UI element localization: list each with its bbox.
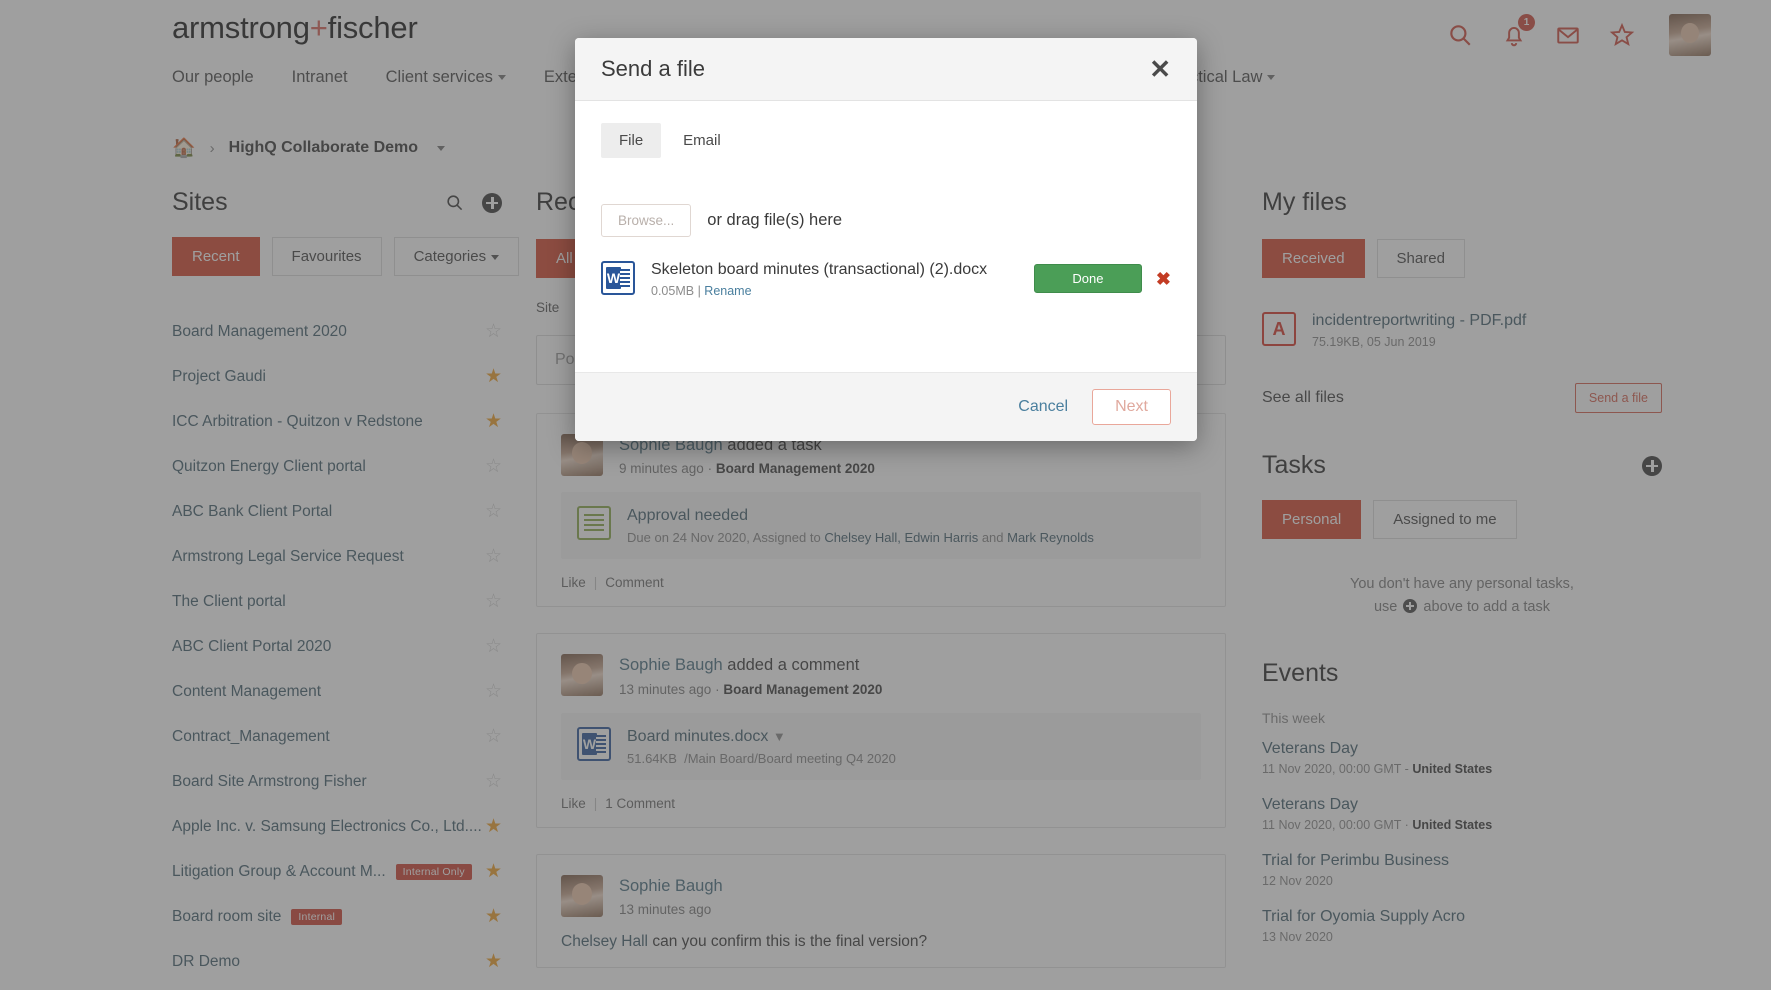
next-button[interactable]: Next bbox=[1092, 389, 1171, 425]
tab-email[interactable]: Email bbox=[665, 123, 739, 158]
upload-status-group: Done ✖ bbox=[1034, 261, 1171, 293]
file-dropzone[interactable]: Browse... or drag file(s) here bbox=[601, 204, 1171, 237]
rename-link[interactable]: Rename bbox=[704, 284, 751, 298]
modal-body: File Email Browse... or drag file(s) her… bbox=[575, 101, 1197, 372]
modal-footer: Cancel Next bbox=[575, 372, 1197, 441]
modal-title: Send a file bbox=[601, 56, 705, 82]
modal-header: Send a file ✕ bbox=[575, 38, 1197, 101]
meta-separator: | bbox=[694, 284, 704, 298]
tab-label: File bbox=[619, 132, 643, 149]
dropzone-hint: or drag file(s) here bbox=[707, 211, 842, 230]
upload-size: 0.05MB bbox=[651, 284, 694, 298]
upload-item: Skeleton board minutes (transactional) (… bbox=[601, 261, 1171, 346]
app-root: armstrong+fischer 1 bbox=[0, 0, 1771, 990]
word-icon bbox=[601, 261, 635, 295]
status-badge: Done bbox=[1034, 264, 1142, 293]
browse-button[interactable]: Browse... bbox=[601, 204, 691, 237]
upload-filename: Skeleton board minutes (transactional) (… bbox=[651, 261, 987, 279]
upload-meta: 0.05MB | Rename bbox=[651, 284, 987, 298]
tab-file[interactable]: File bbox=[601, 123, 661, 158]
send-a-file-modal: Send a file ✕ File Email Browse... or dr… bbox=[575, 38, 1197, 441]
close-icon[interactable]: ✕ bbox=[1149, 56, 1171, 82]
remove-icon[interactable]: ✖ bbox=[1156, 270, 1171, 288]
cancel-button[interactable]: Cancel bbox=[1018, 398, 1068, 416]
modal-tabs: File Email bbox=[601, 123, 1171, 158]
tab-label: Email bbox=[683, 132, 721, 149]
